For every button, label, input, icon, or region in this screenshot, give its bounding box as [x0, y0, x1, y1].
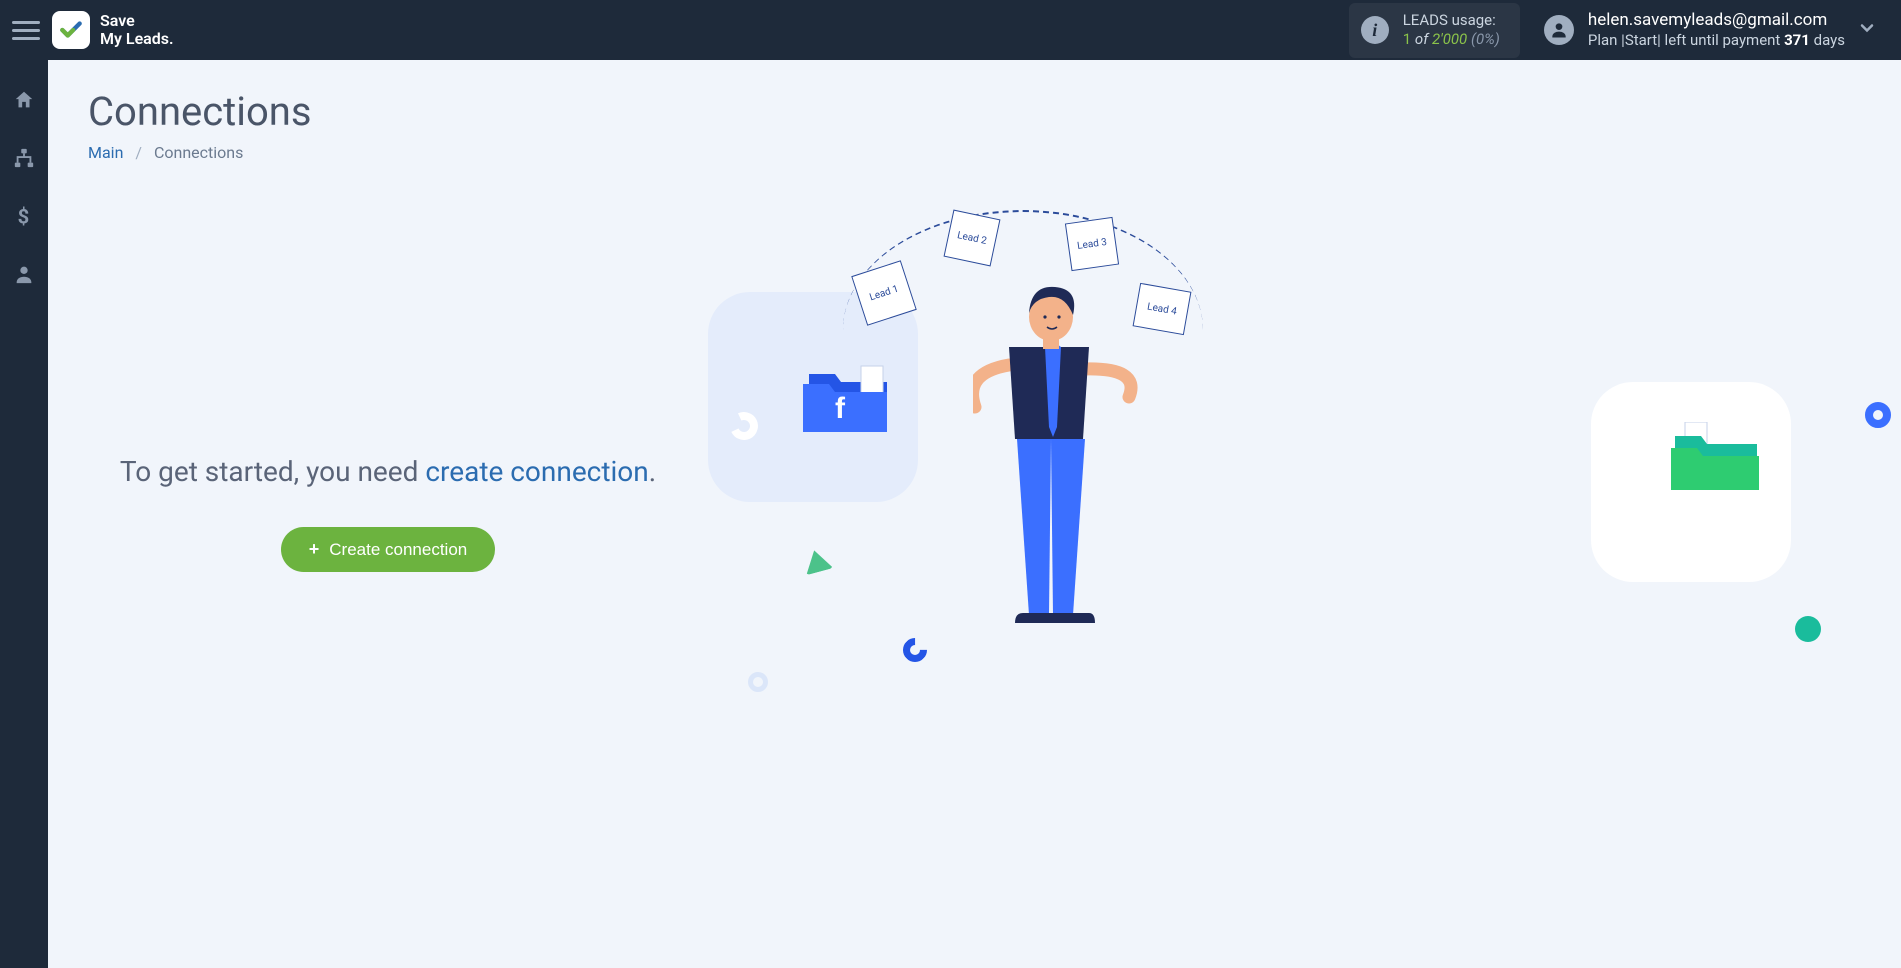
breadcrumb-separator: /	[135, 143, 142, 162]
usage-current: 1	[1403, 30, 1411, 48]
usage-text: LEADS usage: 1 of 2'000 (0%)	[1403, 11, 1500, 50]
breadcrumb-root[interactable]: Main	[88, 143, 123, 162]
logo-icon	[52, 11, 90, 49]
account-plan: Plan |Start| left until payment 371 days	[1588, 31, 1845, 51]
logo-text: Save My Leads.	[100, 12, 174, 47]
paper-lead-2: Lead 2	[944, 210, 1001, 267]
page-title: Connections	[88, 88, 1861, 135]
breadcrumb-current: Connections	[154, 143, 243, 162]
account-email: helen.savemyleads@gmail.com	[1588, 9, 1845, 31]
header: Save My Leads. i LEADS usage: 1 of 2'000…	[0, 0, 1901, 60]
illustration: Lead 1 Lead 2 Lead 3 Lead 4 f	[688, 202, 1861, 702]
sidebar-item-account[interactable]	[0, 256, 48, 292]
usage-box: i LEADS usage: 1 of 2'000 (0%)	[1349, 3, 1520, 58]
green-folder-icon	[1671, 422, 1761, 492]
breadcrumb: Main / Connections	[88, 143, 1861, 162]
account-box[interactable]: helen.savemyleads@gmail.com Plan |Start|…	[1544, 9, 1845, 51]
chevron-down-icon[interactable]	[1845, 18, 1889, 42]
sidebar: $	[0, 60, 48, 968]
decor-green-circle	[1795, 616, 1821, 642]
decor-light-ring	[748, 672, 768, 692]
hamburger-menu-button[interactable]	[12, 16, 40, 44]
main-content: Connections Main / Connections To get st…	[48, 60, 1901, 968]
decor-green-triangle	[801, 547, 834, 575]
decor-blue-swirl	[898, 633, 932, 667]
sidebar-item-connections[interactable]	[0, 140, 48, 176]
usage-of: of	[1415, 30, 1428, 48]
svg-text:$: $	[18, 205, 30, 227]
info-icon: i	[1361, 16, 1389, 44]
usage-label: LEADS usage:	[1403, 11, 1500, 31]
create-connection-button[interactable]: + Create connection	[281, 527, 496, 572]
sidebar-item-billing[interactable]: $	[0, 198, 48, 234]
cta-column: To get started, you need create connecti…	[88, 332, 688, 572]
decor-blue-ring	[1865, 402, 1891, 428]
logo-line-1: Save	[100, 12, 174, 30]
create-connection-label: Create connection	[329, 540, 467, 560]
person-illustration	[973, 277, 1143, 657]
paper-lead-3: Lead 3	[1065, 217, 1119, 271]
facebook-folder-icon: f	[803, 362, 893, 432]
svg-text:f: f	[835, 392, 846, 425]
avatar-icon	[1544, 15, 1574, 45]
usage-percent: (0%)	[1471, 30, 1500, 48]
sidebar-item-home[interactable]	[0, 82, 48, 118]
plus-icon: +	[309, 539, 320, 560]
account-text: helen.savemyleads@gmail.com Plan |Start|…	[1588, 9, 1845, 51]
cta-link[interactable]: create connection	[425, 455, 648, 488]
usage-limit: 2'000	[1432, 30, 1467, 48]
cta-text: To get started, you need create connecti…	[88, 452, 688, 491]
logo[interactable]: Save My Leads.	[52, 11, 174, 49]
logo-line-2: My Leads.	[100, 30, 174, 48]
